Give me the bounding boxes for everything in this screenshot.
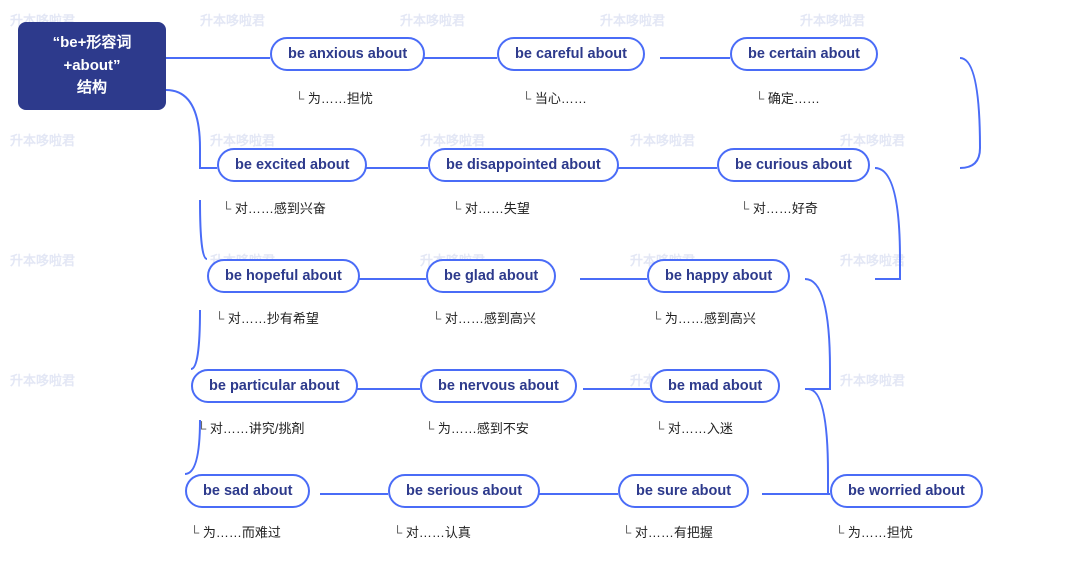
title-box: “be+形容词+about” 结构 [18,22,166,110]
watermark: 升本哆啦君 [400,10,465,29]
node-be-serious-about: be serious about [388,474,540,508]
watermark: 升本哆啦君 [420,130,485,149]
node-be-mad-about: be mad about [650,369,780,403]
node-be-worried-about: be worried about [830,474,983,508]
node-be-disappointed-about: be disappointed about [428,148,619,182]
node-be-curious-about: be curious about [717,148,870,182]
watermark: 升本哆啦君 [840,250,905,269]
node-be-excited-about: be excited about [217,148,367,182]
node-be-anxious-about: be anxious about [270,37,425,71]
watermark: 升本哆啦君 [840,370,905,389]
label-worried: 为……担忧 [835,522,913,541]
label-excited: 对……感到兴奋 [222,198,326,217]
title-line2: 结构 [77,79,107,96]
label-hopeful: 对……抄有希望 [215,308,319,327]
watermark: 升本哆啦君 [10,130,75,149]
label-careful: 当心…… [522,88,587,107]
label-glad: 对……感到高兴 [432,308,536,327]
watermark: 升本哆啦君 [600,10,665,29]
label-anxious: 为……担忧 [295,88,373,107]
watermark: 升本哆啦君 [10,250,75,269]
title-line1: “be+形容词+about” [53,34,132,74]
label-serious: 对……认真 [393,522,471,541]
node-be-sad-about: be sad about [185,474,310,508]
node-be-glad-about: be glad about [426,259,556,293]
node-be-happy-about: be happy about [647,259,790,293]
label-nervous: 为……感到不安 [425,418,529,437]
label-sad: 为……而难过 [190,522,281,541]
watermark: 升本哆啦君 [800,10,865,29]
watermark: 升本哆啦君 [210,130,275,149]
label-particular: 对……讲究/挑剤 [197,418,304,437]
node-be-nervous-about: be nervous about [420,369,577,403]
watermark: 升本哆啦君 [10,370,75,389]
label-curious: 对……好奇 [740,198,818,217]
watermark: 升本哆啦君 [200,10,265,29]
label-disappointed: 对……失望 [452,198,530,217]
node-be-sure-about: be sure about [618,474,749,508]
main-container: 升本哆啦君 升本哆啦君 升本哆啦君 升本哆啦君 升本哆啦君 升本哆啦君 升本哆啦… [0,0,1080,587]
node-be-certain-about: be certain about [730,37,878,71]
label-happy: 为……感到高兴 [652,308,756,327]
node-be-careful-about: be careful about [497,37,645,71]
watermark: 升本哆啦君 [630,130,695,149]
label-certain: 确定…… [755,88,820,107]
label-mad: 对……入迷 [655,418,733,437]
node-be-particular-about: be particular about [191,369,358,403]
label-sure: 对……有把握 [622,522,713,541]
watermark: 升本哆啦君 [840,130,905,149]
node-be-hopeful-about: be hopeful about [207,259,360,293]
